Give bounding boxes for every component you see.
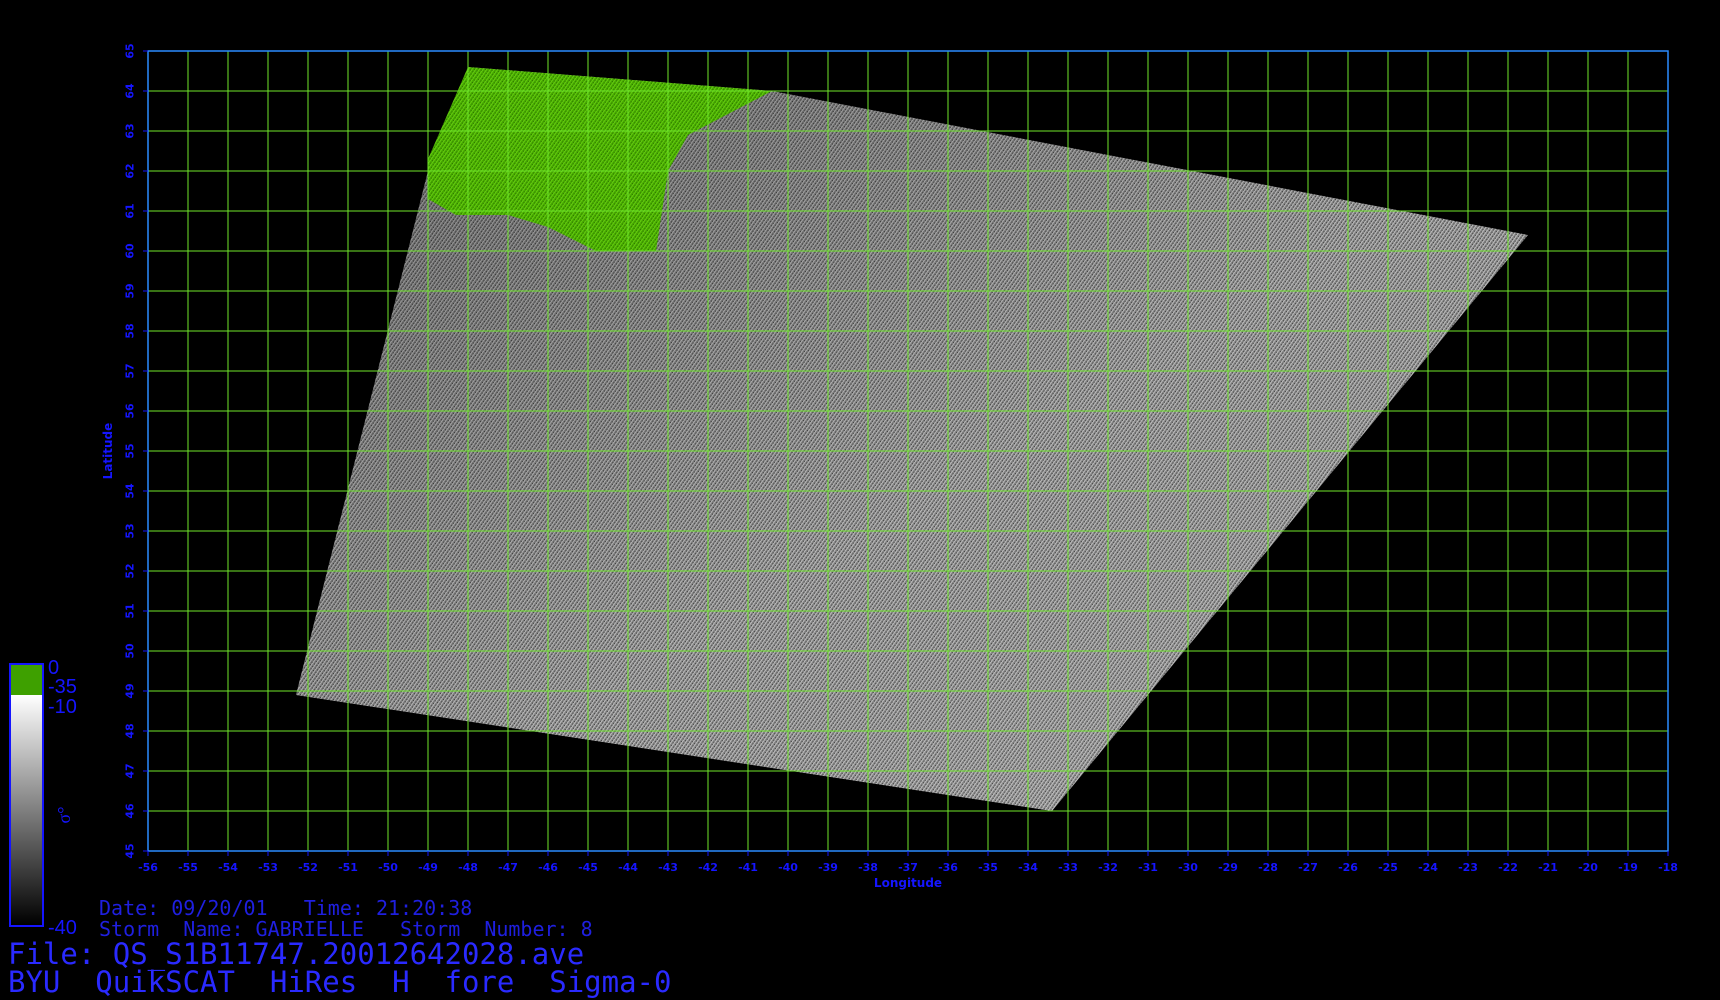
- x-tick-label: -28: [1258, 861, 1278, 874]
- x-tick-label: -36: [938, 861, 958, 874]
- x-tick-label: -48: [458, 861, 478, 874]
- y-tick-label: 58: [124, 323, 137, 338]
- x-tick-label: -21: [1538, 861, 1558, 874]
- y-tick-label: 46: [124, 803, 137, 819]
- y-tick-label: 49: [124, 683, 137, 698]
- colorbar: 0 -35 -10 -40 σ°: [9, 657, 77, 939]
- x-tick-label: -41: [738, 861, 758, 874]
- x-tick-label: -33: [1058, 861, 1078, 874]
- x-tick-label: -49: [418, 861, 438, 874]
- x-tick-label: -24: [1418, 861, 1438, 874]
- x-tick-label: -35: [978, 861, 998, 874]
- y-tick-label: 51: [124, 603, 137, 618]
- x-tick-label: -30: [1178, 861, 1198, 874]
- map-figure: -56 -55 -54 -53 -52 -51 -50 -49 -48 -47 -46 -45 -44 -…: [9, 43, 1678, 939]
- x-tick-label: -31: [1138, 861, 1158, 874]
- x-tick-label: -32: [1098, 861, 1118, 874]
- x-tick-label: -43: [658, 861, 678, 874]
- x-tick-label: -20: [1578, 861, 1598, 874]
- colorbar-bottom-label: -40: [48, 917, 77, 939]
- x-tick-label: -18: [1658, 861, 1678, 874]
- x-tick-label: -26: [1338, 861, 1358, 874]
- y-tick-label: 45: [124, 843, 137, 858]
- x-tick-label: -37: [898, 861, 918, 874]
- x-tick-label: -52: [298, 861, 318, 874]
- x-tick-label: -27: [1298, 861, 1318, 874]
- y-tick-label: 64: [124, 83, 137, 99]
- x-tick-label: -39: [818, 861, 838, 874]
- y-tick-labels: 45 46 47 48 49 50 51 52 53 54 55 56 57 58 59 60 61 62 63 64…: [124, 43, 148, 859]
- y-axis-label: Latitude: [101, 423, 115, 480]
- x-tick-label: -34: [1018, 861, 1038, 874]
- x-tick-label: -55: [178, 861, 198, 874]
- y-tick-label: 56: [124, 403, 137, 419]
- y-tick-label: 54: [124, 483, 137, 499]
- x-tick-label: -47: [498, 861, 518, 874]
- y-tick-label: 47: [124, 763, 137, 778]
- y-tick-label: 57: [124, 363, 137, 378]
- x-tick-label: -45: [578, 861, 598, 874]
- y-tick-label: 65: [124, 43, 137, 58]
- colorbar-ocean-gradient: [11, 695, 42, 925]
- x-axis-label: Longitude: [874, 876, 942, 890]
- x-tick-label: -29: [1218, 861, 1238, 874]
- grid-layer: [148, 51, 1668, 851]
- x-tick-label: -56: [138, 861, 158, 874]
- y-tick-label: 50: [124, 643, 137, 659]
- y-tick-label: 61: [124, 203, 137, 218]
- colorbar-label: σ°: [54, 807, 74, 824]
- colorbar-mid-label-2: -10: [48, 696, 77, 718]
- x-tick-labels: -56 -55 -54 -53 -52 -51 -50 -49 -48 -47 -46 -45 -44 -…: [138, 851, 1678, 874]
- x-tick-label: -46: [538, 861, 558, 874]
- colorbar-mid-label-1: -35: [48, 676, 77, 698]
- date-time-line: Date: 09/20/01 Time: 21:20:38: [99, 896, 473, 920]
- y-tick-label: 62: [124, 163, 137, 178]
- y-tick-label: 55: [124, 443, 137, 458]
- y-tick-label: 63: [124, 123, 137, 138]
- x-tick-label: -54: [218, 861, 238, 874]
- x-tick-label: -38: [858, 861, 878, 874]
- x-tick-label: -53: [258, 861, 278, 874]
- product-title: BYU QuikSCAT HiRes H fore Sigma-0: [8, 965, 672, 999]
- y-tick-label: 48: [124, 723, 137, 738]
- x-tick-label: -22: [1498, 861, 1518, 874]
- x-tick-label: -23: [1458, 861, 1478, 874]
- x-tick-label: -19: [1618, 861, 1638, 874]
- x-tick-label: -40: [778, 861, 798, 874]
- y-tick-label: 60: [124, 243, 137, 259]
- x-tick-label: -44: [618, 861, 638, 874]
- y-tick-label: 59: [124, 283, 137, 298]
- storm-line: Storm Name: GABRIELLE Storm Number: 8: [99, 917, 593, 941]
- x-tick-label: -51: [338, 861, 358, 874]
- y-tick-label: 53: [124, 523, 137, 538]
- x-tick-label: -42: [698, 861, 718, 874]
- x-tick-label: -25: [1378, 861, 1398, 874]
- colorbar-land-swatch: [11, 665, 42, 695]
- swath-layer: [296, 67, 1528, 811]
- x-tick-label: -50: [378, 861, 398, 874]
- y-tick-label: 52: [124, 563, 137, 578]
